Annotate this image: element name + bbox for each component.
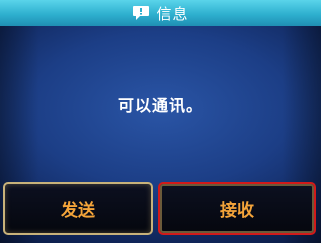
title-bar: 信息 [0,0,321,26]
message-bubble-icon [132,5,150,21]
page-title: 信息 [156,4,189,23]
status-message: 可以通讯。 [117,96,203,115]
receive-button[interactable]: 接收 [158,182,316,235]
device-screen: 信息 可以通讯。 发送 接收 [0,0,321,243]
send-button[interactable]: 发送 [3,182,153,235]
